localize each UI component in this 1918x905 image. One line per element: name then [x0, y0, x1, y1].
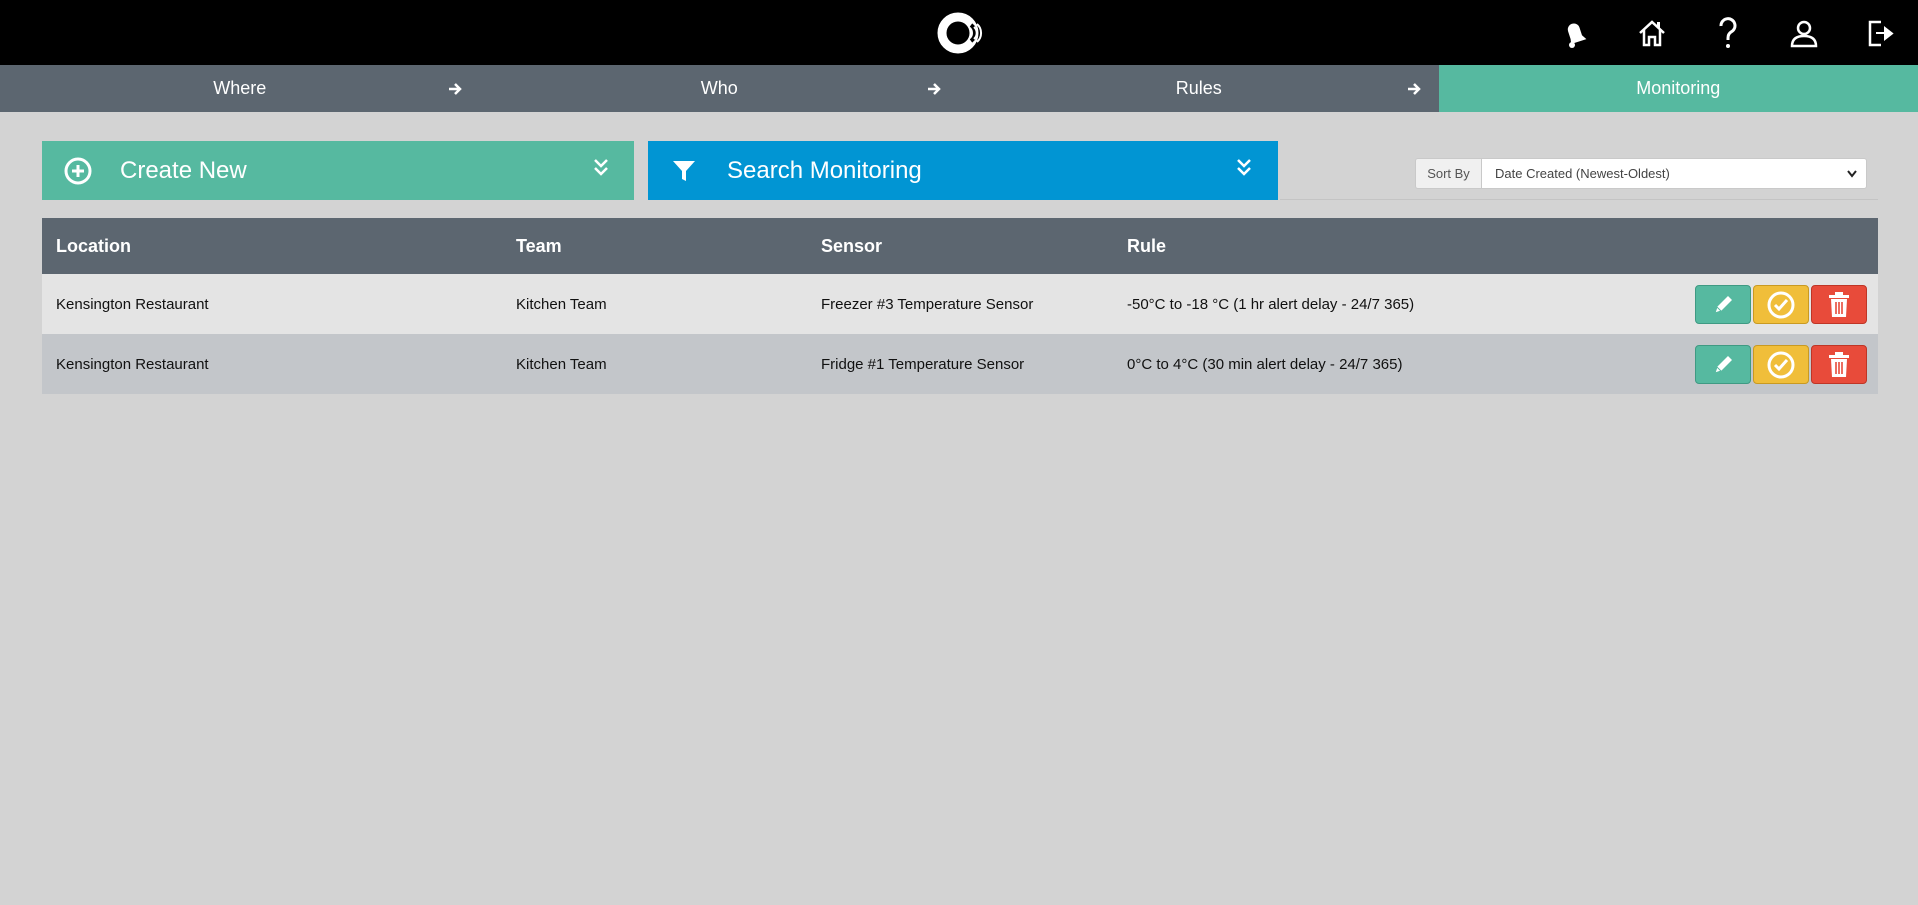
trash-icon	[1829, 351, 1849, 377]
bell-icon[interactable]	[1538, 10, 1614, 55]
sort-by-label: Sort By	[1415, 158, 1481, 189]
step-label: Who	[700, 78, 738, 98]
arrow-right-icon	[911, 65, 959, 112]
divider	[1280, 199, 1878, 200]
cell-sensor: Freezer #3 Temperature Sensor	[821, 295, 1034, 313]
home-icon[interactable]	[1614, 10, 1690, 55]
edit-button[interactable]	[1695, 345, 1751, 384]
check-circle-icon	[1767, 291, 1795, 318]
check-circle-icon	[1767, 351, 1795, 378]
cell-location: Kensington Restaurant	[56, 295, 209, 313]
sort-selected-value: Date Created (Newest-Oldest)	[1495, 166, 1670, 181]
pencil-icon	[1714, 295, 1732, 314]
create-new-button[interactable]: Create New	[42, 141, 634, 200]
row-actions	[1695, 285, 1867, 324]
acknowledge-button[interactable]	[1753, 345, 1809, 384]
cell-team: Kitchen Team	[516, 355, 607, 373]
table-row: Kensington Restaurant Kitchen Team Fridg…	[42, 334, 1878, 394]
chevron-double-down-icon	[1237, 159, 1251, 176]
top-bar	[0, 0, 1918, 65]
user-icon[interactable]	[1766, 10, 1842, 55]
delete-button[interactable]	[1811, 285, 1867, 324]
step-navigation: Where Who Rules Monitoring	[0, 65, 1918, 112]
step-who[interactable]: Who	[480, 65, 960, 112]
acknowledge-button[interactable]	[1753, 285, 1809, 324]
row-actions	[1695, 345, 1867, 384]
help-icon[interactable]	[1690, 10, 1766, 55]
column-header-location: Location	[56, 235, 131, 256]
cell-location: Kensington Restaurant	[56, 355, 209, 373]
trash-icon	[1829, 291, 1849, 317]
create-new-label: Create New	[120, 157, 247, 184]
step-where[interactable]: Where	[0, 65, 480, 112]
step-monitoring[interactable]: Monitoring	[1438, 65, 1918, 112]
table-row: Kensington Restaurant Kitchen Team Freez…	[42, 274, 1878, 334]
step-rules[interactable]: Rules	[959, 65, 1439, 112]
edit-button[interactable]	[1695, 285, 1751, 324]
sort-select[interactable]: Date Created (Newest-Oldest)	[1481, 158, 1867, 189]
arrow-right-icon	[432, 65, 480, 112]
delete-button[interactable]	[1811, 345, 1867, 384]
column-header-rule: Rule	[1127, 235, 1167, 256]
plus-circle-icon	[62, 155, 94, 187]
cell-rule: -50°C to -18 °C (1 hr alert delay - 24/7…	[1127, 295, 1415, 313]
logo-icon	[937, 12, 983, 54]
search-monitoring-label: Search Monitoring	[727, 157, 922, 184]
step-label: Where	[213, 78, 267, 98]
cell-sensor: Fridge #1 Temperature Sensor	[821, 355, 1025, 373]
monitoring-table: Location Team Sensor Rule Kensington Res…	[42, 218, 1878, 394]
column-header-sensor: Sensor	[821, 235, 883, 256]
chevron-double-down-icon	[594, 159, 608, 176]
step-label: Monitoring	[1636, 78, 1721, 98]
step-label: Rules	[1175, 78, 1222, 98]
table-header: Location Team Sensor Rule	[42, 218, 1878, 274]
pencil-icon	[1714, 355, 1732, 374]
arrow-right-icon	[1391, 65, 1439, 112]
chevron-down-icon	[1847, 170, 1857, 178]
logout-icon[interactable]	[1842, 10, 1918, 55]
cell-team: Kitchen Team	[516, 295, 607, 313]
search-monitoring-button[interactable]: Search Monitoring	[648, 141, 1278, 200]
column-header-team: Team	[516, 235, 562, 256]
filter-icon	[668, 155, 700, 187]
sort-control: Sort By Date Created (Newest-Oldest)	[1415, 158, 1867, 189]
cell-rule: 0°C to 4°C (30 min alert delay - 24/7 36…	[1127, 355, 1403, 373]
